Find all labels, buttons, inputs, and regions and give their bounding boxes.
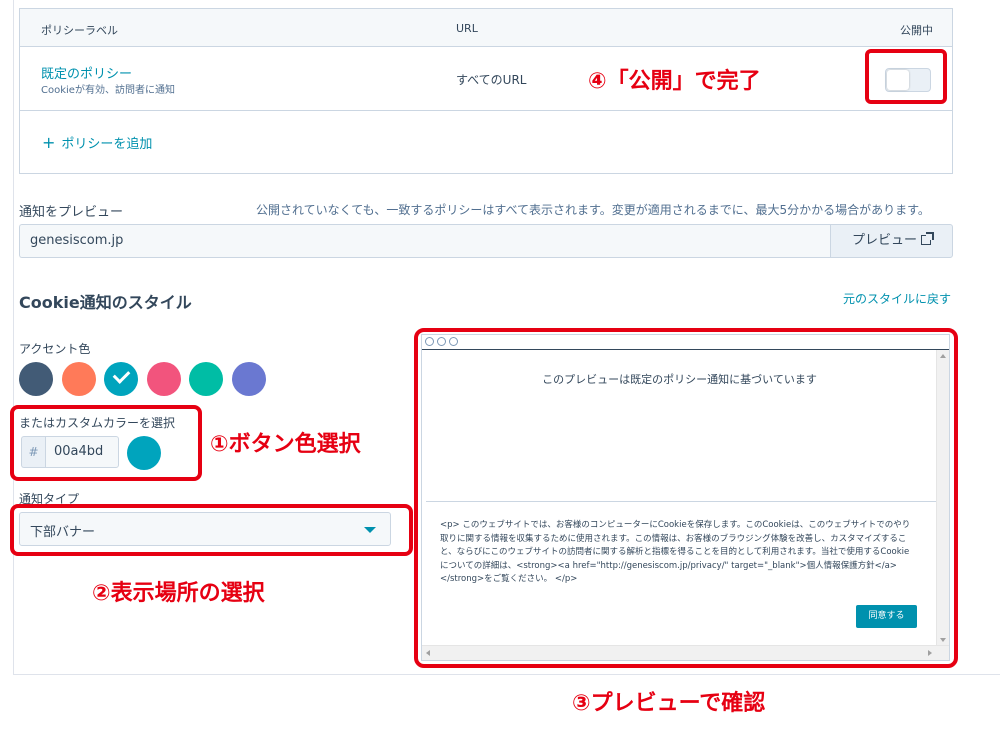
cookie-preview-window: このプレビューは既定のポリシー通知に基づいています <p> このウェブサイトでは… xyxy=(421,334,950,661)
accent-color-label: アクセント色 xyxy=(19,342,91,356)
scroll-down-icon[interactable] xyxy=(940,638,946,642)
preview-note: 公開されていなくても、一致するポリシーはすべて表示されます。変更が適用されるまで… xyxy=(256,203,930,217)
policy-name-link[interactable]: 既定のポリシー xyxy=(41,63,132,82)
page-bottom-border xyxy=(13,674,1000,675)
column-header-published[interactable]: 公開中 xyxy=(900,22,933,38)
annotation-step2: ②表示場所の選択 xyxy=(92,581,265,606)
table-row: 既定のポリシー Cookieが有効、訪問者に通知 すべてのURL xyxy=(20,47,952,111)
preview-button[interactable]: プレビュー xyxy=(830,224,953,258)
scroll-right-icon[interactable] xyxy=(928,650,932,656)
accent-swatch[interactable] xyxy=(19,362,53,396)
column-header-url[interactable]: URL xyxy=(456,22,478,35)
preview-divider xyxy=(426,501,936,502)
notice-type-value: 下部バナー xyxy=(30,525,96,540)
accent-swatch[interactable] xyxy=(104,362,138,396)
cookie-banner-text: <p> このウェブサイトでは、お客様のコンピューターにCookieを保存します。… xyxy=(440,520,911,584)
external-link-icon xyxy=(921,232,934,245)
window-dot-icon xyxy=(425,337,434,346)
notice-type-select[interactable]: 下部バナー xyxy=(19,512,391,546)
preview-button-label: プレビュー xyxy=(851,233,917,248)
scroll-left-icon[interactable] xyxy=(426,650,430,656)
add-policy-button[interactable]: + ポリシーを追加 xyxy=(42,133,152,152)
scroll-up-icon[interactable] xyxy=(940,354,946,358)
custom-color-label: またはカスタムカラーを選択 xyxy=(19,416,176,430)
accent-swatch[interactable] xyxy=(189,362,223,396)
annotation-step3: ③プレビューで確認 xyxy=(572,691,766,716)
policy-table: ポリシーラベル URL 公開中 既定のポリシー Cookieが有効、訪問者に通知… xyxy=(19,8,953,174)
plus-icon: + xyxy=(42,133,56,152)
preview-url-input[interactable]: genesiscom.jp xyxy=(19,224,830,258)
column-header-label[interactable]: ポリシーラベル xyxy=(41,22,118,38)
window-dot-icon xyxy=(437,337,446,346)
annotation-step1: ①ボタン色選択 xyxy=(210,432,361,457)
browser-title-bar xyxy=(422,335,949,350)
accent-swatch[interactable] xyxy=(146,362,181,396)
policy-table-header: ポリシーラベル URL 公開中 xyxy=(20,9,952,47)
window-dot-icon xyxy=(449,337,458,346)
annotation-box-toggle xyxy=(865,49,947,104)
vertical-scrollbar[interactable] xyxy=(936,350,949,646)
policy-description: Cookieが有効、訪問者に通知 xyxy=(41,85,175,96)
page-left-border xyxy=(13,0,14,674)
accent-swatch[interactable] xyxy=(231,362,266,396)
annotation-step4: ④「公開」で完了 xyxy=(588,69,761,94)
preview-label: 通知をプレビュー xyxy=(19,205,124,220)
agree-button[interactable]: 同意する xyxy=(856,605,917,628)
accent-swatch[interactable] xyxy=(61,362,96,396)
custom-color-input[interactable]: 00a4bd xyxy=(45,436,119,468)
horizontal-scrollbar[interactable] xyxy=(422,645,949,660)
add-policy-label: ポリシーを追加 xyxy=(61,137,153,152)
policy-url: すべてのURL xyxy=(456,73,527,87)
section-title: Cookie通知のスタイル xyxy=(19,293,192,312)
caret-down-icon xyxy=(364,527,376,533)
custom-color-swatch[interactable] xyxy=(127,436,161,470)
preview-caption: このプレビューは既定のポリシー通知に基づいています xyxy=(542,373,817,386)
reset-style-link[interactable]: 元のスタイルに戻す xyxy=(843,290,951,307)
hash-prefix: # xyxy=(21,436,45,468)
